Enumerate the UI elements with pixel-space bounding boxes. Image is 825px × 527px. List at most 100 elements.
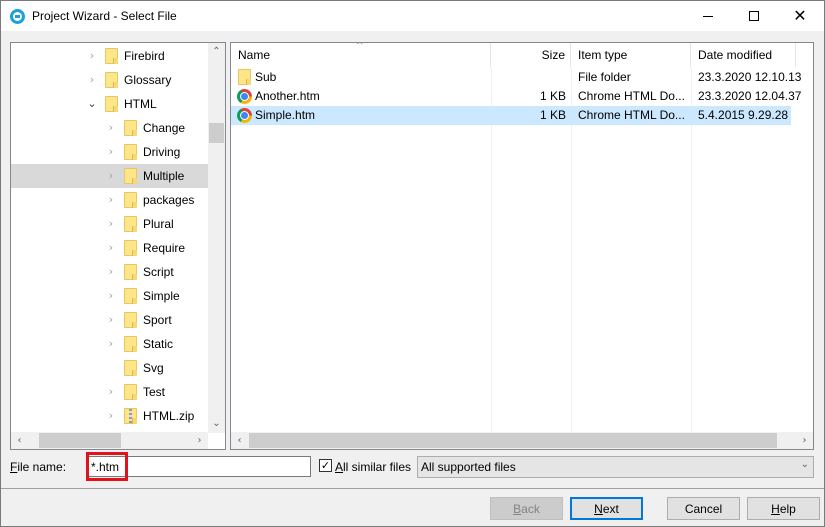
access-key: N <box>594 501 603 516</box>
folder-icon <box>124 168 137 184</box>
chevron-right-icon[interactable]: › <box>87 50 97 61</box>
tree-item[interactable]: › Driving <box>11 140 208 164</box>
scroll-up-icon[interactable]: ⌃ <box>208 43 225 60</box>
tree-item[interactable]: ⌄ HTML <box>11 92 208 116</box>
close-button[interactable]: ✕ <box>777 1 823 31</box>
tree-vertical-scrollbar[interactable]: ⌃ ⌄ <box>208 43 225 433</box>
chevron-right-icon[interactable]: › <box>106 122 116 133</box>
file-name-input[interactable] <box>87 456 311 477</box>
tree-item[interactable]: Svg <box>11 356 208 380</box>
tree-vertical-scroll-thumb[interactable] <box>209 123 224 143</box>
file-row[interactable]: Another.htm 1 KB Chrome HTML Do... 23.3.202… <box>231 87 801 106</box>
folder-icon <box>124 384 137 400</box>
tree-item-label: Require <box>143 241 186 255</box>
tree-item-label: Plural <box>143 217 174 231</box>
maximize-button[interactable] <box>731 1 777 31</box>
tree-item-label: Script <box>143 265 174 279</box>
tree-item-label: Change <box>143 121 186 135</box>
label-text: ll similar files <box>343 460 412 474</box>
folder-icon <box>124 144 137 160</box>
file-row[interactable]: Sub File folder 23.3.2020 12.10.13 <box>231 68 801 87</box>
chevron-right-icon[interactable]: › <box>106 386 116 397</box>
chevron-right-icon[interactable]: › <box>106 170 116 181</box>
tree-item-label: HTML.zip <box>143 409 195 423</box>
tree-horizontal-scroll-thumb[interactable] <box>39 433 121 448</box>
access-key: H <box>771 501 780 516</box>
chevron-down-icon[interactable]: ⌄ <box>87 98 97 109</box>
scroll-left-icon[interactable]: ‹ <box>231 432 248 449</box>
column-header-type[interactable]: Item type <box>571 43 691 67</box>
tree-item[interactable]: › Static <box>11 332 208 356</box>
all-similar-files-checkbox[interactable]: ✓ <box>319 459 332 472</box>
project-wizard-window: Project Wizard - Select File ✕ ⌃ ⌄ ‹ › ›… <box>0 0 825 527</box>
file-name-cell: Another.htm <box>255 89 320 103</box>
back-button[interactable]: Back <box>490 497 563 520</box>
folder-icon <box>105 48 118 64</box>
folder-tree[interactable]: ⌃ ⌄ ‹ › › Firebird › Glossary ⌄ HTML › Change › D… <box>10 42 226 450</box>
column-header-size[interactable]: Size <box>491 43 571 67</box>
file-type-cell: File folder <box>578 70 631 84</box>
scroll-left-icon[interactable]: ‹ <box>11 432 28 449</box>
minimize-icon <box>703 15 713 17</box>
tree-item[interactable]: › HTML.zip <box>11 404 208 428</box>
scroll-right-icon[interactable]: › <box>191 432 208 449</box>
folder-icon <box>105 72 118 88</box>
minimize-button[interactable] <box>685 1 731 31</box>
tree-item[interactable]: › Firebird <box>11 44 208 68</box>
file-size-cell: 1 KB <box>539 89 566 103</box>
cancel-button[interactable]: Cancel <box>667 497 740 520</box>
tree-item[interactable]: › Multiple <box>11 164 208 188</box>
folder-icon <box>124 288 137 304</box>
tree-item-label: Simple <box>143 289 180 303</box>
tree-item-label: Test <box>143 385 166 399</box>
tree-item[interactable]: › Plural <box>11 212 208 236</box>
tree-item[interactable]: › Glossary <box>11 68 208 92</box>
chevron-down-icon: ⌄ <box>800 459 809 470</box>
tree-item-label: packages <box>143 193 195 207</box>
folder-icon <box>124 240 137 256</box>
file-row[interactable]: Simple.htm 1 KB Chrome HTML Do... 5.4.2015 … <box>231 106 791 125</box>
chevron-right-icon[interactable]: › <box>106 266 116 277</box>
tree-item-label: Static <box>143 337 174 351</box>
folder-icon <box>124 264 137 280</box>
list-horizontal-scroll-thumb[interactable] <box>249 433 777 448</box>
chevron-right-icon[interactable]: › <box>106 218 116 229</box>
column-header-date[interactable]: Date modified <box>691 43 796 67</box>
tree-item[interactable]: › Sport <box>11 308 208 332</box>
chevron-right-icon[interactable]: › <box>106 242 116 253</box>
tree-item[interactable]: › Require <box>11 236 208 260</box>
button-label: ack <box>521 501 540 516</box>
chevron-right-icon[interactable]: › <box>106 194 116 205</box>
tree-horizontal-scrollbar[interactable]: ‹ › <box>11 432 208 449</box>
file-size-cell: 1 KB <box>539 108 566 122</box>
tree-item[interactable]: › Script <box>11 260 208 284</box>
scroll-right-icon[interactable]: › <box>796 432 813 449</box>
help-button[interactable]: Help <box>747 497 820 520</box>
chevron-right-icon[interactable]: › <box>106 290 116 301</box>
all-similar-files-label[interactable]: All similar files <box>335 460 411 474</box>
scroll-down-icon[interactable]: ⌄ <box>208 415 225 432</box>
label-text: ile name: <box>17 460 67 474</box>
file-type-filter-select[interactable]: All supported files ⌄ <box>417 456 814 478</box>
file-type-cell: Chrome HTML Do... <box>578 89 685 103</box>
file-date-cell: 23.3.2020 12.04.37 <box>698 89 802 103</box>
file-name-label: File name: <box>10 460 66 474</box>
maximize-icon <box>749 11 759 21</box>
chevron-right-icon[interactable]: › <box>106 338 116 349</box>
sort-ascending-icon: ^ <box>356 42 364 51</box>
chevron-right-icon[interactable]: › <box>87 74 97 85</box>
tree-item[interactable]: › packages <box>11 188 208 212</box>
tree-item[interactable]: › Change <box>11 116 208 140</box>
column-header-name[interactable]: Name ^ <box>231 43 491 67</box>
chevron-right-icon[interactable]: › <box>106 314 116 325</box>
tree-item-label: Glossary <box>124 73 172 87</box>
column-header-name-label: Name <box>238 48 271 62</box>
list-horizontal-scrollbar[interactable]: ‹ › <box>231 432 813 449</box>
next-button[interactable]: Next <box>570 497 643 520</box>
file-list[interactable]: Name ^ Size Item type Date modified ‹ › … <box>230 42 814 450</box>
tree-item[interactable]: › Test <box>11 380 208 404</box>
chevron-right-icon[interactable]: › <box>106 410 116 421</box>
chevron-right-icon[interactable]: › <box>106 146 116 157</box>
tree-item-label: Multiple <box>143 169 185 183</box>
tree-item[interactable]: › Simple <box>11 284 208 308</box>
